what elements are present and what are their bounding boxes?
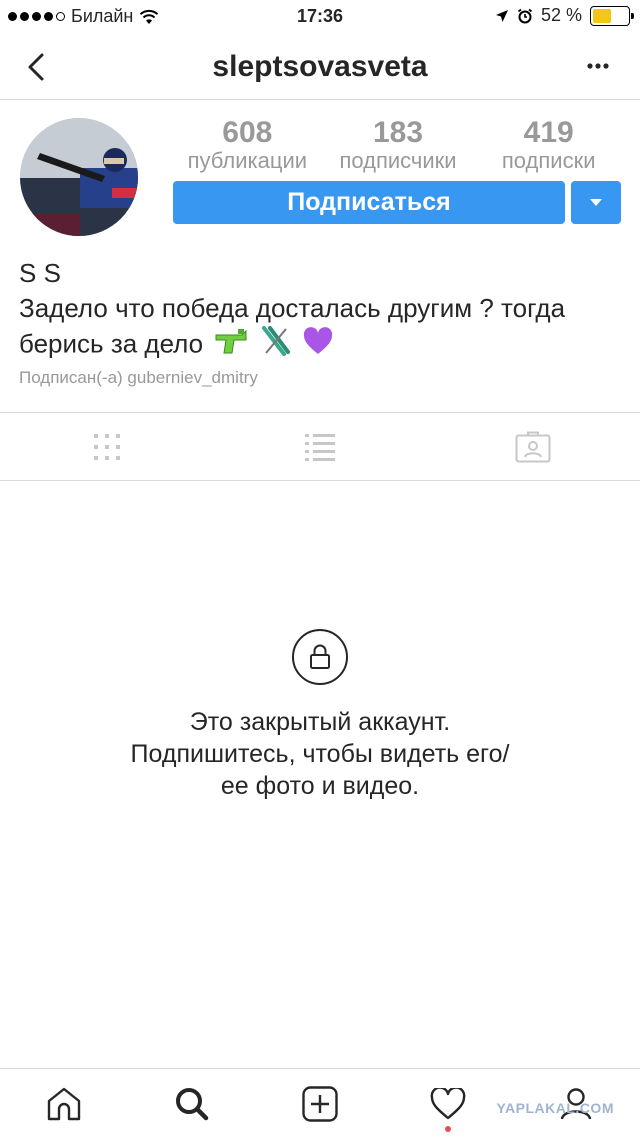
battery-percent: 52 % [540,5,582,25]
profile-tabs [0,412,640,481]
avatar-photo [20,118,138,236]
stat-value: 608 [222,116,273,149]
stat-label: подписки [501,148,596,173]
grid-icon [93,433,120,460]
stat-following[interactable]: 419 подписки [473,116,624,174]
home-icon [47,1087,81,1120]
follow-button[interactable]: Подписаться [173,181,565,224]
stat-value: 183 [372,116,424,149]
status-right: 52 % [495,5,634,26]
private-account-message: Это закрытый аккаунт. Подпишитесь, чтобы… [0,706,640,802]
tabbar-activity[interactable] [384,1069,512,1138]
list-icon [304,433,335,461]
skis-emoji-icon [260,326,292,365]
tab-grid[interactable] [0,413,213,480]
private-message-line: ее фото и видео. [220,772,420,800]
tabbar-search[interactable] [128,1069,256,1138]
private-lock-badge [292,629,348,685]
private-message-line: Это закрытый аккаунт. [189,708,451,736]
tab-list[interactable] [213,413,426,480]
bio-text: Задело что победа досталась другим ? тог… [19,293,566,359]
status-bar: Билайн 17:36 52 % [0,0,640,36]
ellipsis-icon[interactable] [584,54,612,78]
lock-icon [310,644,330,669]
profile-stats: 608 публикации 183 подписчики 419 подпис… [172,116,624,174]
purple-heart-emoji-icon [303,327,333,364]
caret-down-icon [590,199,602,206]
tabbar-new-post[interactable] [256,1069,384,1138]
watermark-text: YAPLAKAL.COM [496,1100,614,1116]
private-message-line: Подпишитесь, чтобы видеть его/ [130,740,510,768]
profile-header: sleptsovasveta [0,36,640,100]
suggestions-dropdown-button[interactable] [571,181,621,224]
stat-value: 419 [523,116,574,149]
tagged-icon [515,431,551,462]
alarm-icon [517,8,533,23]
stat-label: публикации [187,148,308,173]
notification-dot [445,1126,451,1132]
profile-bio: Задело что победа досталась другим ? тог… [19,291,629,365]
profile-name: S S [19,258,61,288]
add-post-icon [302,1085,338,1122]
water-pistol-emoji-icon [214,327,248,364]
heart-icon [430,1087,466,1119]
tab-tagged[interactable] [427,413,640,480]
tabbar-home[interactable] [0,1069,128,1138]
search-icon [176,1087,209,1120]
avatar[interactable] [20,118,138,236]
battery-icon [590,5,634,26]
stat-posts: 608 публикации [172,116,323,174]
profile-username: sleptsovasveta [212,50,428,83]
stat-followers[interactable]: 183 подписчики [323,116,474,174]
location-icon [495,9,508,22]
stat-label: подписчики [339,148,457,173]
followed-by-text[interactable]: Подписан(-а) guberniev_dmitry [19,368,258,388]
